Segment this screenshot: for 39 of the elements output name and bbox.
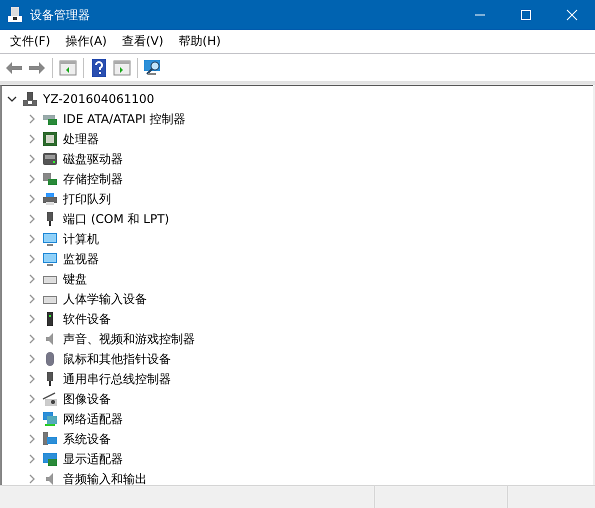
tree-item[interactable]: 人体学输入设备	[63, 290, 147, 308]
tree-item[interactable]: 磁盘驱动器	[63, 150, 123, 168]
tree-item[interactable]: 端口 (COM 和 LPT)	[63, 210, 170, 228]
menu-item[interactable]: 查看(V)	[116, 31, 170, 52]
menu-item[interactable]: 文件(F)	[4, 31, 56, 52]
tree-item[interactable]: 监视器	[63, 250, 99, 268]
system-device-icon	[42, 431, 58, 447]
tree-item[interactable]: 通用串行总线控制器	[63, 370, 171, 388]
tree-item[interactable]: 显示适配器	[63, 450, 123, 468]
tree-item[interactable]: 系统设备	[63, 430, 111, 448]
computer-monitor-icon	[42, 231, 58, 247]
app-icon	[6, 6, 24, 24]
maximize-icon	[520, 9, 532, 21]
tree-item[interactable]: 软件设备	[63, 310, 111, 328]
tree-item[interactable]: 键盘	[63, 270, 87, 288]
tree-item[interactable]: 声音、视频和游戏控制器	[63, 330, 195, 348]
computer-node-icon	[22, 91, 38, 107]
tree-item[interactable]: 鼠标和其他指针设备	[63, 350, 171, 368]
tree-item[interactable]: 网络适配器	[63, 410, 123, 428]
processor-chip-icon	[42, 131, 58, 147]
window-title: 设备管理器	[30, 6, 91, 24]
tree-item[interactable]: 存储控制器	[63, 170, 123, 188]
disk-drive-icon	[42, 151, 58, 167]
monitor-icon	[42, 251, 58, 267]
close-icon	[566, 9, 578, 21]
tree-item[interactable]: 处理器	[63, 130, 99, 148]
tree-item[interactable]: 图像设备	[63, 390, 111, 408]
printer-icon	[42, 191, 58, 207]
network-adapter-icon	[42, 411, 58, 427]
tree-item[interactable]: IDE ATA/ATAPI 控制器	[63, 110, 186, 128]
camera-icon	[42, 391, 58, 407]
tree-item[interactable]: 打印队列	[63, 190, 111, 208]
tree-item[interactable]: YZ-201604061100	[43, 92, 154, 106]
menu-item[interactable]: 帮助(H)	[172, 31, 227, 52]
display-adapter-icon	[42, 451, 58, 467]
tree-item[interactable]: 音频输入和输出	[63, 470, 147, 485]
tree-item[interactable]: 计算机	[63, 230, 99, 248]
storage-controller-icon	[42, 171, 58, 187]
menu-item[interactable]: 操作(A)	[59, 31, 113, 52]
